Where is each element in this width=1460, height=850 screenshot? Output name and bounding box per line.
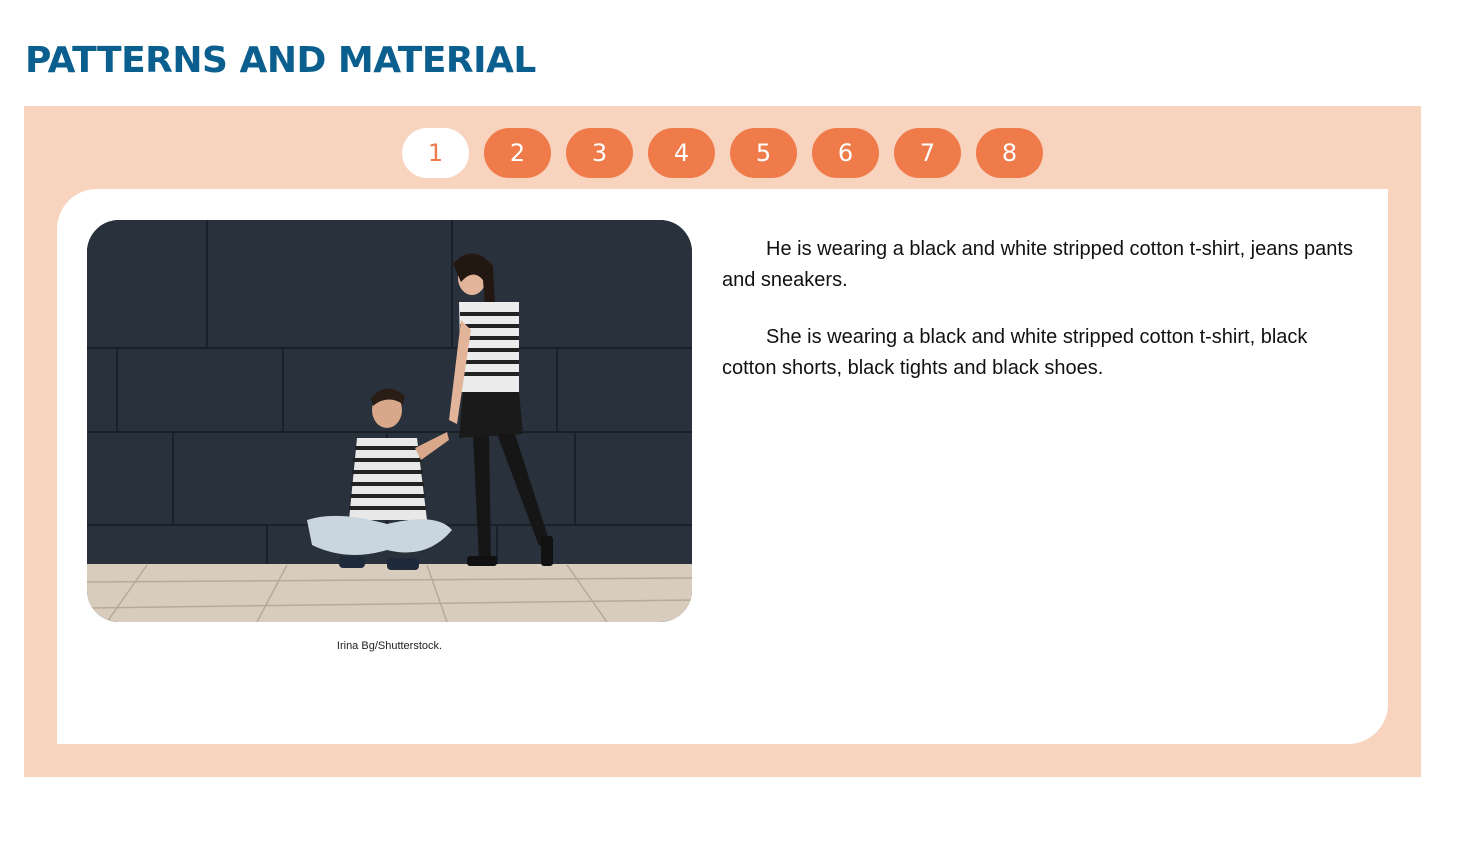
description-paragraph-2: She is wearing a black and white strippe… (722, 326, 1308, 379)
tab-4[interactable]: 4 (648, 128, 715, 178)
slide-tabs: 1 2 3 4 5 6 7 8 (402, 128, 1043, 178)
tab-5[interactable]: 5 (730, 128, 797, 178)
tab-3[interactable]: 3 (566, 128, 633, 178)
tab-8[interactable]: 8 (976, 128, 1043, 178)
tab-6[interactable]: 6 (812, 128, 879, 178)
slide-description: He is wearing a black and white stripped… (722, 234, 1362, 410)
description-paragraph-1: He is wearing a black and white stripped… (722, 238, 1353, 291)
page-title: PATTERNS AND MATERIAL (25, 40, 536, 81)
tab-7[interactable]: 7 (894, 128, 961, 178)
photo-credit: Irina Bg/Shutterstock. (336, 640, 443, 652)
tab-2[interactable]: 2 (484, 128, 551, 178)
page: PATTERNS AND MATERIAL 1 2 3 4 5 6 7 8 Ir… (0, 0, 1460, 850)
slide-photo (87, 220, 692, 622)
tab-1[interactable]: 1 (402, 128, 469, 178)
